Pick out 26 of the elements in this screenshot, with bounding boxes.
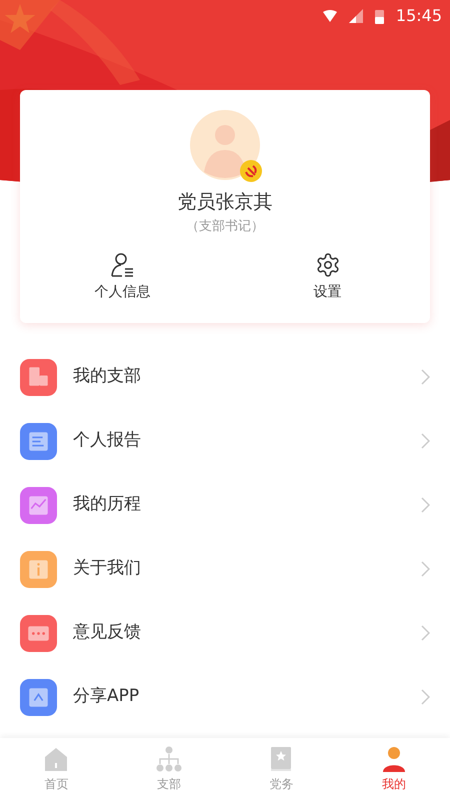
chevron-right-icon: [420, 433, 430, 449]
chevron-right-icon: [420, 561, 430, 577]
menu-item[interactable]: 意见反馈: [0, 601, 450, 665]
menu-item[interactable]: 个人报告: [0, 409, 450, 473]
emblem-badge-icon: [240, 160, 262, 182]
menu-item[interactable]: 我的支部: [0, 345, 450, 409]
wifi-icon: [322, 10, 337, 22]
member-role: （支部书记）: [186, 218, 264, 236]
chevron-right-icon: [420, 369, 430, 385]
chevron-right-icon: [420, 497, 430, 513]
settings-button[interactable]: 设置: [225, 252, 430, 303]
chevron-right-icon: [420, 689, 430, 705]
menu-item[interactable]: 分享APP: [0, 665, 450, 729]
person-list-icon: [110, 252, 136, 278]
status-time: 15:45: [396, 5, 442, 27]
settings-icon: [314, 252, 340, 278]
menu-item[interactable]: 我的历程: [0, 473, 450, 537]
nav-tab[interactable]: 我的: [338, 745, 450, 793]
member-name: 党员张京其: [178, 190, 272, 215]
profile-info-button[interactable]: 个人信息: [20, 252, 225, 303]
battery-icon: [374, 8, 384, 24]
avatar: [190, 110, 260, 180]
org-chart-icon: [154, 745, 183, 773]
menu-item[interactable]: 关于我们: [0, 537, 450, 601]
chevron-right-icon: [420, 625, 430, 641]
signal-icon: [348, 9, 363, 23]
